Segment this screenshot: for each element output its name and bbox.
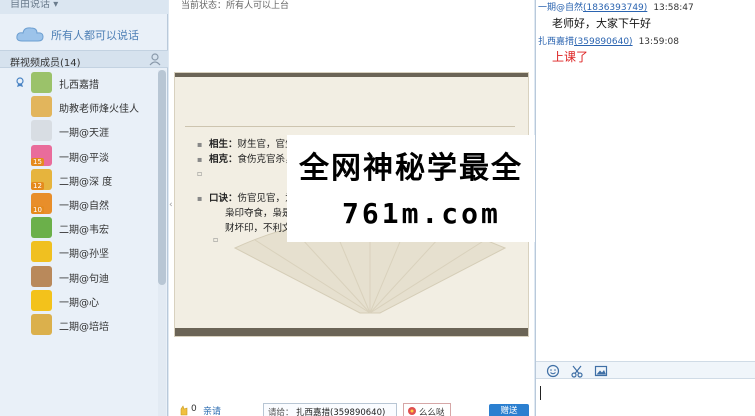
member-name: 一期@句迪 [59,273,109,285]
flower-icon [408,407,416,415]
slide-line-2-label: 相克： [209,154,238,165]
gift-recipient-label: 请给： [268,408,294,416]
applause-icon[interactable] [179,404,189,416]
member-row[interactable]: 12 二期@深 度 [0,167,156,191]
member-name: 助教老师烽火佳人 [59,104,139,116]
chat-user-id[interactable]: (1836393749) [583,3,647,13]
chevron-down-icon: ▾ [53,0,59,10]
member-row[interactable]: 助教老师烽火佳人 [0,94,156,118]
chat-log: 一期@自然(1836393749) 13:58:47 老师好，大家下午好 扎西嘉措… [536,0,755,120]
add-member-icon[interactable] [148,52,162,66]
collapse-left-handle[interactable]: ‹ [169,200,173,210]
member-row[interactable]: 扎西嘉措 [0,70,156,94]
member-name: 二期@培培 [59,322,109,333]
avatar[interactable] [31,265,52,287]
watermark-line-2: 761m.com [342,197,501,230]
chat-message-text: 老师好，大家下午好 [552,17,651,30]
member-list-scrollbar[interactable] [158,70,166,285]
avatar[interactable] [31,120,52,142]
member-name: 二期@韦宏 [59,225,109,237]
chat-username[interactable]: 扎西嘉措 [538,37,574,47]
avatar[interactable] [31,96,52,118]
slide-line-3-label: 口诀： [209,193,238,204]
chat-timestamp: 13:59:08 [638,37,679,47]
image-icon[interactable] [594,364,608,378]
level-badge: 15 [31,157,44,166]
members-header: 群视频成员(14) [0,50,168,69]
member-row[interactable]: 一期@句迪 [0,264,156,288]
member-row[interactable]: 二期@培培 [0,312,156,336]
chat-message-header: 扎西嘉措(359890640) 13:59:08 [538,34,679,47]
member-panel: 自由说话 ▾ 所有人都可以说话 群视频成员(14) 扎西嘉措助教老师烽火佳人 一期… [0,0,168,416]
level-badge: 12 [31,181,44,190]
member-list: 扎西嘉措 助教老师烽火佳人 一期@天涯 15 一期@平淡 12 二期@深 度 10 一期@自然二… [0,70,156,342]
text-caret [540,386,541,400]
free-talk-label: 自由说话 [10,0,50,10]
everyone-speak-indicator[interactable]: 所有人都可以说话 [14,24,154,44]
slide-bullet: ▫ [213,235,219,244]
speaker-badge-icon [16,77,24,87]
slide-bullet: ▪ [197,194,203,203]
avatar[interactable] [31,241,52,263]
cloud-icon [16,27,44,42]
avatar[interactable] [31,314,52,335]
gift-recipient-select[interactable]: 请给： 扎西嘉措(359890640) [263,403,397,416]
chat-panel: 一期@自然(1836393749) 13:58:47 老师好，大家下午好 扎西嘉措… [535,0,755,416]
slide-bullet: ▪ [197,140,203,149]
member-name: 一期@天涯 [59,128,109,140]
flower-gift-label: 么么哒 [419,408,445,416]
slide-bottom-border [175,328,528,336]
avatar[interactable] [31,217,52,239]
slide-divider-rule [185,126,515,127]
chat-timestamp: 13:58:47 [653,3,694,13]
slide-line-1-label: 相生： [209,139,238,150]
members-title: 群视频成员(14) [10,58,81,69]
member-name: 一期@平淡 [59,152,109,164]
status-text: 当前状态：所有人可以上台 [181,1,290,11]
level-badge: 10 [31,206,44,214]
slide-bullet: ▫ [197,169,203,178]
member-row[interactable]: 一期@心 [0,288,156,312]
applause-link[interactable]: 亲请 [203,404,221,416]
chat-message-header: 一期@自然(1836393749) 13:58:47 [538,0,694,13]
scissors-icon[interactable] [570,364,584,378]
chat-toolbar [536,361,755,379]
watermark-line-1: 全网神秘学最全 [299,151,523,186]
slide-bullet: ▪ [197,155,203,164]
gift-bar: 0 亲请 请给： 扎西嘉措(359890640) 么么哒 赠送 [169,400,534,416]
send-gift-button[interactable]: 赠送 [489,404,529,416]
member-name: 一期@孙坚 [59,249,109,261]
member-name: 一期@心 [59,297,99,309]
member-row[interactable]: 15 一期@平淡 [0,143,156,167]
member-row[interactable]: 一期@孙坚 [0,239,156,263]
emoji-icon[interactable] [546,364,560,378]
member-name: 扎西嘉措 [59,80,99,91]
avatar[interactable] [31,289,52,311]
avatar[interactable] [31,72,52,93]
member-row[interactable]: 一期@天涯 [0,118,156,142]
member-row[interactable]: 二期@韦宏 [0,215,156,239]
chat-input[interactable] [536,380,755,416]
chat-user-id[interactable]: (359890640) [574,37,633,47]
member-name: 二期@深 度 [59,176,113,188]
slide-top-border [175,73,528,77]
member-row[interactable]: 10 一期@自然 [0,191,156,215]
chat-message-text: 上课了 [552,50,589,64]
chat-username[interactable]: 一期@自然 [538,3,583,13]
flower-gift-button[interactable]: 么么哒 [403,403,451,416]
free-talk-mode-dropdown[interactable]: 自由说话 ▾ [0,0,168,14]
applause-count: 0 [191,404,197,414]
everyone-speak-label: 所有人都可以说话 [51,29,139,42]
gift-recipient-value: 扎西嘉措(359890640) [296,408,386,416]
member-name: 一期@自然 [59,201,109,212]
